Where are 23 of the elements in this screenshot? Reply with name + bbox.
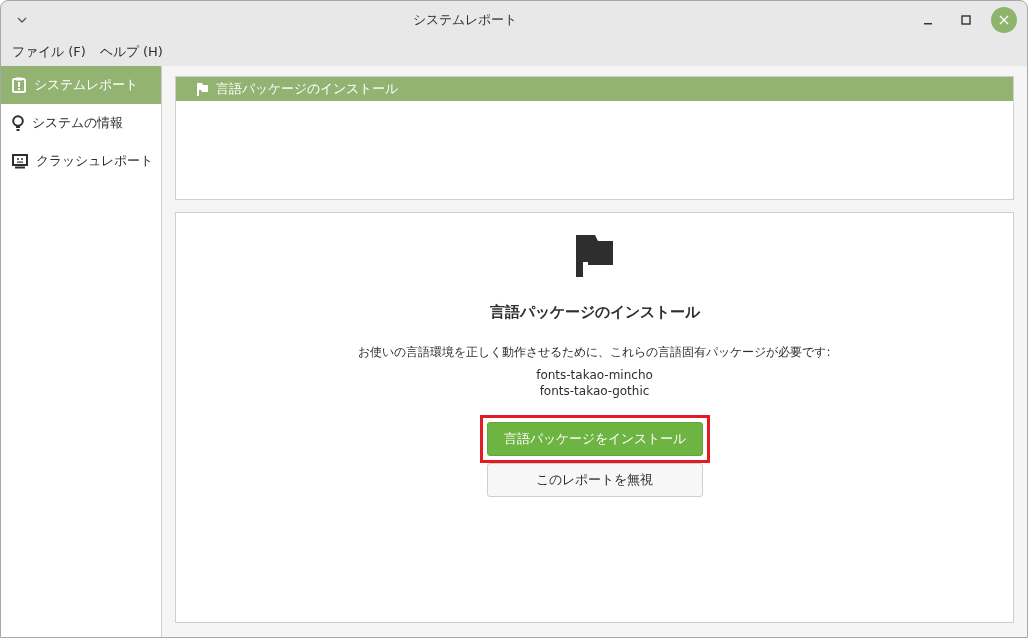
menu-item[interactable]: ヘルプ (H) [92,43,170,61]
close-icon [999,14,1009,25]
package-name: fonts-takao-mincho [536,367,653,383]
sidebar-item-label: システムレポート [34,76,138,94]
minimize-icon [924,22,932,25]
ignore-button[interactable]: このレポートを無視 [486,463,703,497]
monitor-icon [12,153,28,169]
sidebar-item[interactable]: クラッシュレポート [1,142,161,180]
lightbulb-icon [12,114,24,132]
flag-icon [196,82,208,96]
flag-icon [576,235,613,277]
chevron-down-icon[interactable] [17,16,27,23]
maximize-icon [961,14,971,25]
sidebar-item-label: クラッシュレポート [36,152,153,170]
report-label: 言語パッケージのインストール [216,80,398,98]
detail-message: お使いの言語環境を正しく動作させるために、これらの言語固有パッケージが必要です: [358,344,831,361]
window-title: システムレポート [412,10,518,29]
sidebar-item[interactable]: システムの情報 [1,104,161,142]
menu-item[interactable]: ファイル (F) [5,43,93,61]
package-name: fonts-takao-gothic [539,383,650,399]
clipboard-icon [12,77,26,93]
detail-title: 言語パッケージのインストール [489,303,700,322]
sidebar-item-label: システムの情報 [32,114,123,132]
